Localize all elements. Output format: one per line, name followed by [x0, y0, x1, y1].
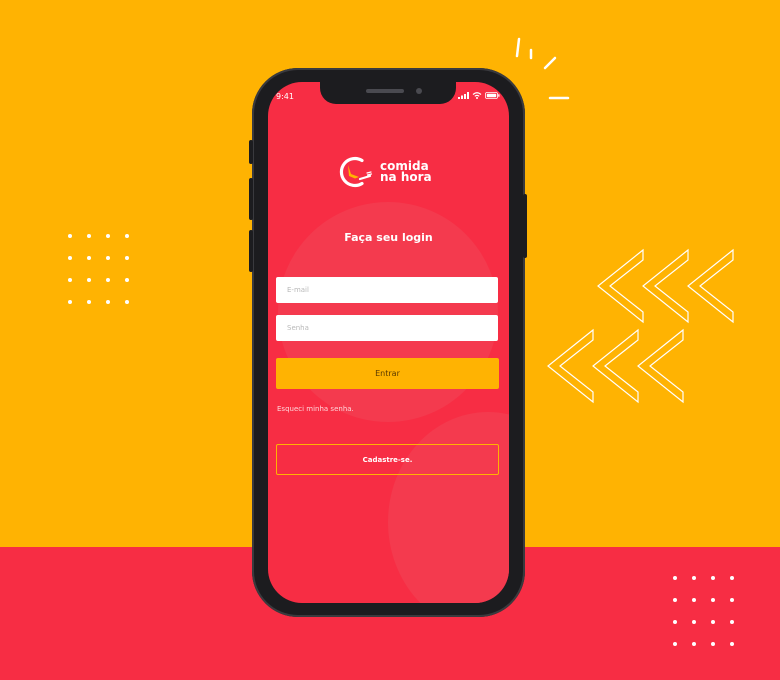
- login-submit-button[interactable]: Entrar: [276, 358, 499, 389]
- chevrons-decoration-icon: [547, 248, 734, 404]
- power-button: [523, 194, 527, 258]
- signal-icon: [458, 92, 469, 99]
- forgot-password-link[interactable]: Esqueci minha senha.: [277, 405, 354, 413]
- password-input[interactable]: [276, 315, 498, 341]
- decorative-dot-grid-right: [673, 576, 734, 646]
- status-bar-icons: [458, 92, 500, 99]
- clock-fork-logo-icon: [339, 156, 373, 188]
- login-title: Faça seu login: [344, 231, 433, 244]
- brand-line-2: na hora: [380, 170, 432, 184]
- background-blob: [388, 412, 509, 603]
- front-camera: [416, 88, 422, 94]
- speaker-grille: [366, 89, 404, 93]
- volume-down-button: [249, 230, 253, 272]
- brand-logo: comida na hora: [336, 154, 432, 190]
- email-input[interactable]: [276, 277, 498, 303]
- signup-button[interactable]: Cadastre-se.: [276, 444, 499, 475]
- status-bar-time: 9:41: [276, 92, 294, 101]
- wifi-icon: [472, 92, 482, 99]
- mute-switch: [249, 140, 253, 164]
- decorative-dot-grid-left: [68, 234, 129, 304]
- battery-icon: [485, 92, 500, 99]
- brand-wordmark: comida na hora: [380, 160, 432, 184]
- volume-up-button: [249, 178, 253, 220]
